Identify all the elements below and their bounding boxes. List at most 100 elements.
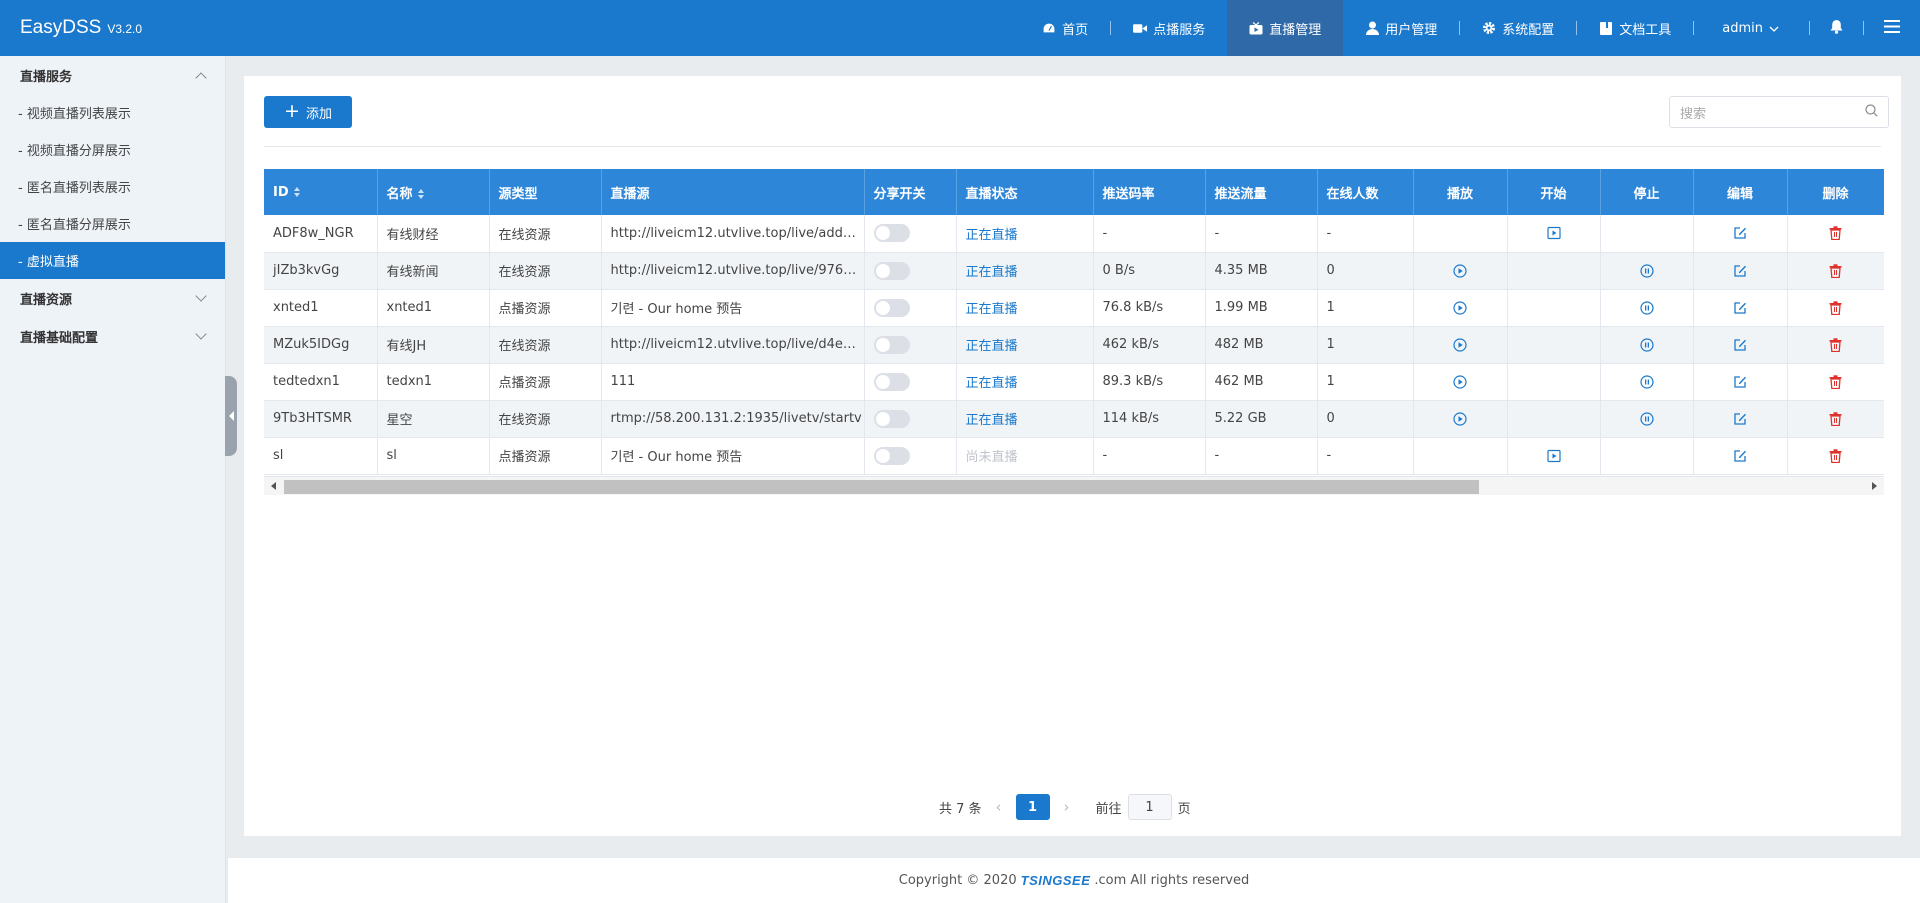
sidebar-group-live-config[interactable]: 直播基础配置 [0, 317, 225, 355]
cell-status[interactable]: 正在直播 [956, 215, 1094, 253]
add-button[interactable]: + 添加 [264, 96, 352, 128]
edit-icon[interactable] [1732, 411, 1748, 427]
trash-icon[interactable] [1828, 225, 1844, 241]
sort-icon[interactable] [417, 189, 424, 199]
trash-icon[interactable] [1828, 374, 1844, 390]
sidebar-group-label: 直播服务 [20, 69, 73, 85]
start-icon[interactable] [1546, 225, 1562, 241]
share-toggle[interactable] [873, 446, 910, 465]
search-input[interactable]: 搜索 [1669, 96, 1889, 128]
nav-vod-label: 点播服务 [1153, 22, 1206, 38]
cell-start [1507, 215, 1601, 253]
edit-icon[interactable] [1732, 337, 1748, 353]
play-icon[interactable] [1452, 411, 1468, 427]
menu-button[interactable] [1864, 0, 1920, 56]
sidebar-item-video-live-list[interactable]: - 视频直播列表展示 [0, 94, 225, 131]
sidebar-collapse-button[interactable] [225, 376, 237, 456]
cell-status[interactable]: 正在直播 [956, 363, 1094, 401]
sidebar-item-anon-live-list[interactable]: - 匿名直播列表展示 [0, 168, 225, 205]
stop-icon[interactable] [1639, 411, 1655, 427]
stop-icon[interactable] [1639, 374, 1655, 390]
trash-icon[interactable] [1828, 411, 1844, 427]
play-icon[interactable] [1452, 300, 1468, 316]
edit-icon[interactable] [1732, 263, 1748, 279]
cell-name: 有线JH [377, 326, 490, 364]
sidebar-group-live-service[interactable]: 直播服务 [0, 56, 225, 94]
cell-name: 星空 [377, 400, 490, 438]
edit-icon[interactable] [1732, 374, 1748, 390]
cell-name: sl [377, 437, 490, 475]
edit-icon[interactable] [1732, 448, 1748, 464]
start-icon[interactable] [1546, 448, 1562, 464]
horizontal-scrollbar[interactable] [264, 476, 1884, 495]
tsingsee-logo[interactable]: TSINGSEE [1021, 873, 1091, 888]
sidebar-item-anon-live-split[interactable]: - 匿名直播分屏展示 [0, 205, 225, 242]
play-icon[interactable] [1452, 337, 1468, 353]
share-toggle[interactable] [873, 224, 910, 243]
share-toggle[interactable] [873, 298, 910, 317]
nav-vod[interactable]: 点播服务 [1111, 0, 1227, 56]
toolbar-divider [264, 146, 1881, 147]
dashboard-icon [1042, 21, 1056, 35]
table-body: ADF8w_NGR 有线财经 在线资源 http://liveicm12.utvliv… [264, 215, 1884, 475]
play-icon[interactable] [1452, 263, 1468, 279]
sidebar-group-live-resources[interactable]: 直播资源 [0, 279, 225, 317]
col-online: 在线人数 [1317, 169, 1414, 215]
nav-users[interactable]: 用户管理 [1343, 0, 1459, 56]
goto-page-input[interactable]: 1 [1127, 794, 1172, 820]
sidebar-item-virtual-live[interactable]: - 虚拟直播 [0, 242, 225, 279]
nav-settings[interactable]: 系统配置 [1460, 0, 1576, 56]
trash-icon[interactable] [1828, 448, 1844, 464]
trash-icon[interactable] [1828, 300, 1844, 316]
stop-icon[interactable] [1639, 300, 1655, 316]
cell-stop [1600, 289, 1694, 327]
search-icon[interactable] [1865, 103, 1878, 121]
app-logo[interactable]: EasyDSS V3.2.0 [0, 17, 226, 39]
cell-delete [1787, 400, 1884, 438]
sidebar-item-video-live-split[interactable]: - 视频直播分屏展示 [0, 131, 225, 168]
cell-share [864, 326, 957, 364]
scroll-right-icon[interactable] [1872, 482, 1877, 490]
sort-icon[interactable] [293, 187, 300, 197]
scroll-left-icon[interactable] [271, 482, 276, 490]
nav-docs[interactable]: 文档工具 [1577, 0, 1693, 56]
notifications-button[interactable] [1810, 0, 1863, 56]
cell-bitrate: - [1093, 437, 1206, 475]
stop-icon[interactable] [1639, 263, 1655, 279]
nav-live[interactable]: 直播管理 [1227, 0, 1344, 56]
user-icon [1365, 21, 1379, 35]
col-name[interactable]: 名称 [377, 169, 490, 215]
cell-status[interactable]: 正在直播 [956, 252, 1094, 290]
edit-icon[interactable] [1732, 300, 1748, 316]
col-delete: 删除 [1787, 169, 1884, 215]
share-toggle[interactable] [873, 335, 910, 354]
trash-icon[interactable] [1828, 337, 1844, 353]
share-toggle[interactable] [873, 261, 910, 280]
cell-status[interactable]: 正在直播 [956, 289, 1094, 327]
share-toggle[interactable] [873, 409, 910, 428]
play-icon[interactable] [1452, 374, 1468, 390]
col-id[interactable]: ID [264, 169, 378, 215]
edit-icon[interactable] [1732, 225, 1748, 241]
cell-traffic: 1.99 MB [1205, 289, 1318, 327]
cell-bitrate: 76.8 kB/s [1093, 289, 1206, 327]
user-menu[interactable]: admin [1694, 0, 1809, 56]
cell-type: 点播资源 [489, 363, 602, 401]
prev-page-icon[interactable]: ‹ [996, 798, 1002, 816]
table-row: jIZb3kvGg 有线新闻 在线资源 http://liveicm12.utvliv… [264, 252, 1884, 290]
scrollbar-thumb[interactable] [284, 480, 1479, 494]
cell-status[interactable]: 正在直播 [956, 400, 1094, 438]
cell-source: rtmp://58.200.131.2:1935/livetv/startv [601, 400, 865, 438]
cell-share [864, 400, 957, 438]
next-page-icon[interactable]: › [1064, 798, 1070, 816]
page-number-current[interactable]: 1 [1015, 794, 1050, 820]
col-name-label: 名称 [386, 186, 413, 202]
stop-icon[interactable] [1639, 337, 1655, 353]
cell-online: 1 [1317, 289, 1414, 327]
share-toggle[interactable] [873, 372, 910, 391]
cell-status[interactable]: 正在直播 [956, 326, 1094, 364]
trash-icon[interactable] [1828, 263, 1844, 279]
sidebar: 直播服务 - 视频直播列表展示 - 视频直播分屏展示 - 匿名直播列表展示 - … [0, 56, 226, 903]
cell-share [864, 252, 957, 290]
nav-home[interactable]: 首页 [1020, 0, 1110, 56]
